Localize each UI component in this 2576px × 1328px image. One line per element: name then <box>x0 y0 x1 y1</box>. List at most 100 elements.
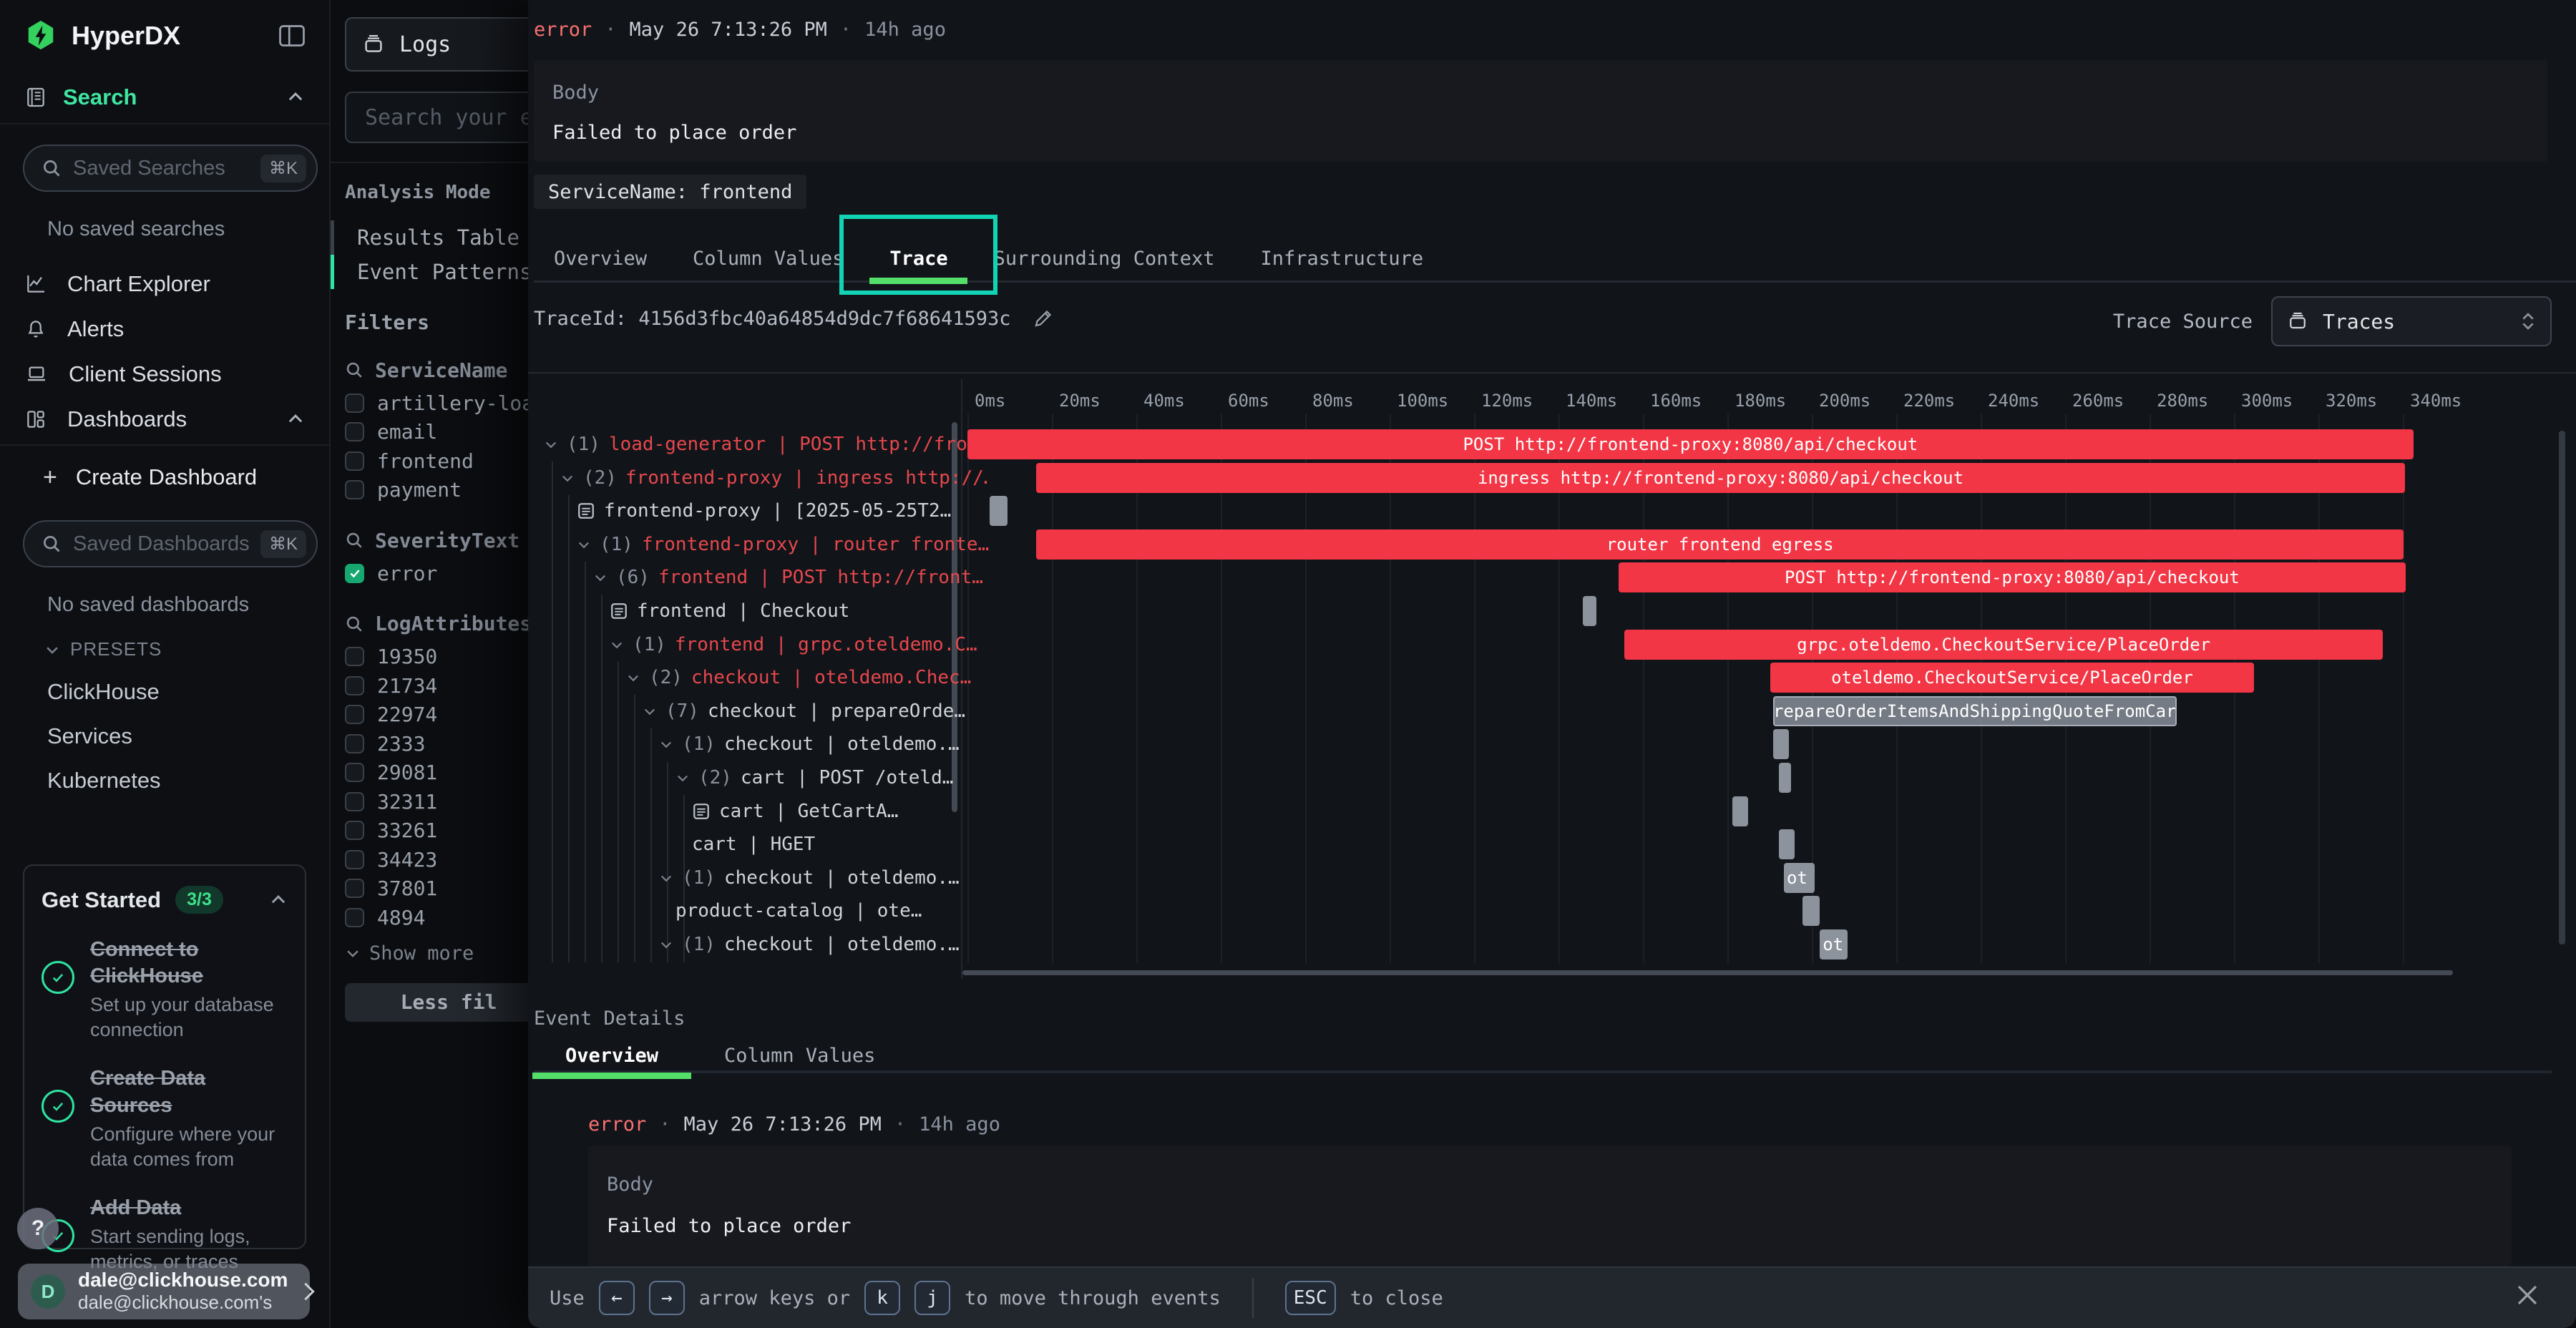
checkbox-icon[interactable] <box>345 763 364 782</box>
filter-option[interactable]: 19350 <box>345 643 544 672</box>
span-bar[interactable]: grpc.oteldemo.CheckoutService/PlaceOrder <box>1624 630 2383 660</box>
filter-option[interactable]: 37801 <box>345 874 544 904</box>
search-icon[interactable] <box>345 361 364 379</box>
sidebar-item-services[interactable]: Services <box>47 723 329 749</box>
chevron-down-icon[interactable] <box>593 570 608 585</box>
span-tree-row[interactable]: (1)load-generator | POST http://front… <box>528 428 972 461</box>
checkbox-icon[interactable] <box>345 676 364 695</box>
filter-option[interactable]: artillery-loa <box>345 389 544 418</box>
checkbox-icon[interactable] <box>345 451 364 471</box>
filter-option[interactable]: 2333 <box>345 729 544 758</box>
filter-option[interactable]: error <box>345 559 544 588</box>
checkbox-icon[interactable] <box>345 908 364 927</box>
span-bar[interactable]: ingress http://frontend-proxy:8080/api/c… <box>1036 463 2405 493</box>
span-marker[interactable] <box>1802 896 1820 926</box>
tab-overview[interactable]: Overview <box>554 236 647 280</box>
checkbox-icon[interactable] <box>345 394 364 413</box>
checkbox-icon[interactable] <box>345 792 364 811</box>
get-started-item[interactable]: Connect to ClickHouseSet up your databas… <box>42 937 288 1043</box>
checkbox-icon[interactable] <box>345 480 364 499</box>
span-tree-row[interactable]: (2)frontend-proxy | ingress http://… <box>528 462 988 494</box>
horizontal-scrollbar[interactable] <box>962 970 2453 975</box>
span-marker[interactable] <box>1732 796 1748 826</box>
checkbox-icon[interactable] <box>345 879 364 898</box>
search-icon[interactable] <box>345 531 364 550</box>
chevron-down-icon[interactable] <box>659 937 673 952</box>
checkbox-checked-icon[interactable] <box>345 564 364 583</box>
span-bar[interactable]: prepareOrderItemsAndShippingQuoteFromCar… <box>1773 696 2177 726</box>
span-tree-row[interactable]: cart | HGET <box>528 828 1120 861</box>
chevron-down-icon[interactable] <box>626 670 640 685</box>
span-marker[interactable] <box>1583 596 1596 626</box>
checkbox-icon[interactable] <box>345 821 364 840</box>
filter-option[interactable]: email <box>345 418 544 447</box>
span-bar[interactable]: POST http://frontend-proxy:8080/api/chec… <box>967 429 2414 459</box>
saved-searches-input[interactable]: Saved Searches ⌘K <box>23 145 318 192</box>
span-tree-row[interactable]: (1)frontend | grpc.oteldemo.C… <box>528 628 1038 661</box>
filter-option[interactable]: 4894 <box>345 903 544 932</box>
span-bar[interactable]: oteldemo.CheckoutService/PlaceOrder <box>1770 663 2254 693</box>
user-menu[interactable]: D dale@clickhouse.com dale@clickhouse.co… <box>18 1264 310 1319</box>
panel-scrollbar[interactable] <box>2559 431 2565 944</box>
analysis-mode-results-table[interactable]: Results Table <box>331 220 544 255</box>
chevron-down-icon[interactable] <box>577 537 591 552</box>
span-tree-row[interactable]: (2)checkout | oteldemo.Chec… <box>528 661 1054 694</box>
span-tree-row[interactable]: (1)frontend-proxy | router fronte… <box>528 528 1005 561</box>
filter-option[interactable]: 21734 <box>345 671 544 700</box>
chevron-down-icon[interactable] <box>610 638 624 652</box>
checkbox-icon[interactable] <box>345 705 364 724</box>
span-tree-row[interactable]: (1)checkout | oteldemo.… <box>528 728 1087 761</box>
checkbox-icon[interactable] <box>345 734 364 753</box>
get-started-item[interactable]: Add DataStart sending logs, metrics, or … <box>42 1195 288 1274</box>
span-tree-row[interactable]: (2)cart | POST /oteld… <box>528 761 1103 794</box>
checkbox-icon[interactable] <box>345 422 364 441</box>
span-marker[interactable]: ot <box>1820 929 1848 960</box>
chevron-down-icon[interactable] <box>659 871 673 885</box>
span-tree-row[interactable]: frontend-proxy | [2025-05-25T2… <box>528 494 1005 527</box>
help-button[interactable]: ? <box>17 1208 59 1249</box>
get-started-item[interactable]: Create Data SourcesConfigure where your … <box>42 1065 288 1171</box>
span-tree-row[interactable]: (6)frontend | POST http://front… <box>528 561 1021 594</box>
span-tree-row[interactable]: (1)checkout | oteldemo.… <box>528 928 1087 961</box>
filter-option[interactable]: 33261 <box>345 816 544 846</box>
chevron-down-icon[interactable] <box>544 437 558 451</box>
servicename-chip[interactable]: ServiceName: frontend <box>534 175 806 209</box>
source-select[interactable]: Logs <box>345 17 542 72</box>
sidebar-item-dashboards[interactable]: Dashboards <box>0 396 329 441</box>
checkbox-icon[interactable] <box>345 647 364 666</box>
chevron-down-icon[interactable] <box>675 771 690 785</box>
sidebar-item-alerts[interactable]: Alerts <box>0 306 329 351</box>
filter-option[interactable]: 22974 <box>345 700 544 730</box>
span-bar[interactable]: router frontend egress <box>1036 529 2404 560</box>
chevron-down-icon[interactable] <box>560 471 575 485</box>
chevron-up-icon[interactable] <box>269 891 288 909</box>
span-marker[interactable] <box>990 496 1008 526</box>
sidebar-item-kubernetes[interactable]: Kubernetes <box>47 768 329 794</box>
span-tree-row[interactable]: cart | GetCartA… <box>528 795 1120 828</box>
tab-infrastructure[interactable]: Infrastructure <box>1261 236 1424 280</box>
span-marker[interactable]: ot <box>1784 863 1815 893</box>
span-tree-row[interactable]: frontend | Checkout <box>528 595 1038 628</box>
saved-dashboards-input[interactable]: Saved Dashboards ⌘K <box>23 520 318 567</box>
search-section-header[interactable]: Search <box>0 72 329 125</box>
filter-option[interactable]: 29081 <box>345 758 544 788</box>
create-dashboard-button[interactable]: + Create Dashboard <box>0 454 329 500</box>
chevron-up-icon[interactable] <box>286 410 305 429</box>
chevron-down-icon[interactable] <box>659 737 673 751</box>
less-filters-button[interactable]: Less fil <box>345 983 544 1022</box>
sidebar-item-chart-explorer[interactable]: Chart Explorer <box>0 261 329 306</box>
span-marker[interactable] <box>1779 829 1795 859</box>
span-tree-row[interactable]: product-catalog | ote… <box>528 894 1103 927</box>
filter-option[interactable]: 34423 <box>345 845 544 874</box>
span-bar[interactable]: POST http://frontend-proxy:8080/api/chec… <box>1619 562 2406 592</box>
pencil-icon[interactable] <box>1032 308 1053 330</box>
span-tree-row[interactable]: (1)checkout | oteldemo.… <box>528 861 1087 894</box>
search-icon[interactable] <box>345 615 364 633</box>
sidebar-item-client-sessions[interactable]: Client Sessions <box>0 351 329 396</box>
sidebar-item-clickhouse[interactable]: ClickHouse <box>47 679 329 705</box>
chevron-up-icon[interactable] <box>286 88 305 107</box>
filter-option[interactable]: payment <box>345 476 544 505</box>
event-search-input[interactable]: Search your ev <box>345 92 542 143</box>
trace-source-select[interactable]: Traces <box>2271 296 2552 346</box>
collapse-sidebar-icon[interactable] <box>279 25 305 47</box>
